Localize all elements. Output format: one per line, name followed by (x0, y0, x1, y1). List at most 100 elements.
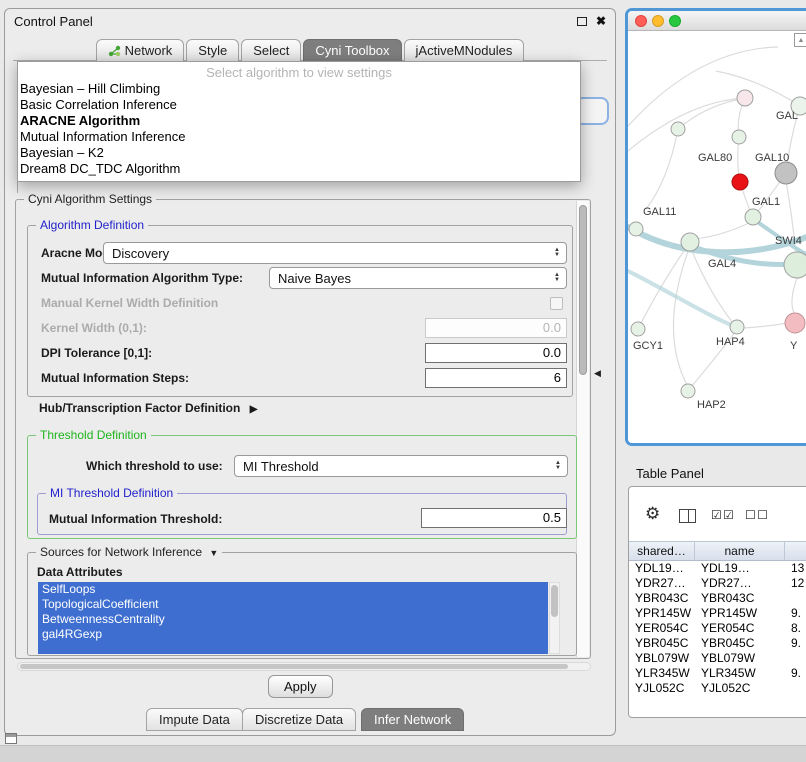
tab-network[interactable]: Network (96, 39, 185, 61)
expand-right-icon: ▶ (250, 404, 258, 415)
cell-shared: YLR345W (629, 666, 695, 681)
screen: Control Panel ✖ Network Style Se (0, 0, 806, 762)
select-columns-icon[interactable] (679, 509, 696, 523)
apply-button[interactable]: Apply (268, 675, 333, 698)
list-item-clipped[interactable] (38, 642, 548, 654)
sources-legend[interactable]: Sources for Network Inference ▼ (36, 545, 222, 561)
list-item[interactable]: SelfLoops (38, 582, 548, 597)
dropdown-option[interactable]: Bayesian – Hill Climbing (18, 81, 580, 97)
list-item[interactable]: TopologicalCoefficient (38, 597, 548, 612)
dropdown-option[interactable]: Bayesian – K2 (18, 145, 580, 161)
network-node (681, 384, 695, 398)
node-label: GAL80 (698, 152, 732, 164)
tab-discretize-data[interactable]: Discretize Data (242, 708, 356, 731)
mini-window-icon[interactable] (5, 733, 17, 744)
dpi-tolerance-field[interactable]: 0.0 (425, 343, 567, 363)
cell-shared: YJL052C (629, 681, 695, 696)
cell-extra (785, 591, 806, 606)
column-header-shared[interactable]: shared… (629, 542, 695, 560)
network-node (631, 322, 645, 336)
scrollbar-thumb[interactable] (579, 205, 587, 375)
table-row[interactable]: YDR27… YDR27… 12 (629, 576, 806, 591)
tab-select[interactable]: Select (241, 39, 301, 61)
cell-extra: 9. (785, 636, 806, 651)
settings-horizontal-scrollbar[interactable] (17, 662, 591, 671)
tab-style[interactable]: Style (186, 39, 239, 61)
zoom-button[interactable] (669, 15, 681, 27)
cell-name: YDR27… (695, 576, 785, 591)
network-view-window: GAL GAL80 GAL10 GAL11 GAL1 SWI4 GAL4 GCY… (625, 8, 806, 446)
table-row[interactable]: YPR145W YPR145W 9. (629, 606, 806, 621)
scrollbar-thumb[interactable] (20, 664, 568, 669)
table-row[interactable]: YLR345W YLR345W 9. (629, 666, 806, 681)
node-label: GAL10 (755, 152, 789, 164)
hide-columns-icon[interactable]: ☐ ☐ (745, 508, 767, 522)
table-row[interactable]: YBL079W YBL079W (629, 651, 806, 666)
node-label: SWI4 (775, 235, 802, 247)
manual-kernel-width-label: Manual Kernel Width Definition (41, 296, 218, 310)
gear-icon[interactable]: ⚙ (645, 505, 660, 522)
dropdown-option[interactable]: Basic Correlation Inference (18, 97, 580, 113)
network-graph[interactable]: GAL GAL80 GAL10 GAL11 GAL1 SWI4 GAL4 GCY… (628, 31, 806, 443)
table-row[interactable]: YJL052C YJL052C (629, 681, 806, 696)
tab-impute-data[interactable]: Impute Data (146, 708, 243, 731)
close-button[interactable] (635, 15, 647, 27)
data-attributes-list[interactable]: SelfLoops TopologicalCoefficient Between… (38, 582, 548, 654)
list-item[interactable]: gal4RGexp (38, 627, 548, 642)
show-columns-icon[interactable]: ☑ ☑ (711, 508, 733, 522)
close-icon[interactable]: ✖ (596, 15, 606, 27)
window-controls: ✖ (577, 15, 606, 27)
scroll-up-icon: ▲ (798, 37, 805, 44)
list-scrollbar[interactable] (549, 582, 560, 654)
dropdown-option[interactable]: Dream8 DC_TDC Algorithm (18, 161, 580, 177)
dpi-tolerance-label: DPI Tolerance [0,1]: (41, 346, 152, 360)
tab-cyni-toolbox[interactable]: Cyni Toolbox (303, 39, 401, 61)
table-row[interactable]: YER054C YER054C 8. (629, 621, 806, 636)
cell-shared: YPR145W (629, 606, 695, 621)
node-label: Y (790, 340, 798, 352)
network-node-labels: GAL GAL80 GAL10 GAL11 GAL1 SWI4 GAL4 GCY… (633, 110, 802, 411)
network-node-pink (785, 313, 805, 333)
network-node (671, 122, 685, 136)
scrollbar-thumb[interactable] (551, 585, 558, 617)
panel-collapse-arrow-icon[interactable]: ◀ (594, 369, 601, 378)
mi-algorithm-type-combo[interactable]: Naive Bayes ▲▼ (269, 267, 567, 289)
table-row[interactable]: YBR043C YBR043C (629, 591, 806, 606)
kernel-width-field[interactable]: 0.0 (425, 318, 567, 338)
table-row[interactable]: YDL19… YDL19… 13 (629, 561, 806, 576)
node-label: GAL1 (752, 196, 780, 208)
mi-threshold-field[interactable]: 0.5 (421, 508, 567, 528)
tab-label: Network (125, 43, 173, 58)
float-window-icon[interactable] (577, 17, 587, 26)
aracne-mode-combo[interactable]: Discovery ▲▼ (103, 242, 567, 264)
sources-legend-label: Sources for Network Inference (40, 545, 202, 559)
collapse-down-icon: ▼ (209, 548, 218, 558)
combo-arrows-icon: ▲▼ (554, 273, 560, 283)
cell-name: YBL079W (695, 651, 785, 666)
manual-kernel-width-checkbox[interactable] (550, 297, 563, 310)
network-node-red (732, 174, 748, 190)
bottom-panel (0, 745, 806, 762)
network-node (681, 233, 699, 251)
table-header: shared… name (629, 541, 806, 561)
cell-name: YBR043C (695, 591, 785, 606)
table-row[interactable]: YBR045C YBR045C 9. (629, 636, 806, 651)
network-canvas[interactable]: GAL GAL80 GAL10 GAL11 GAL1 SWI4 GAL4 GCY… (628, 31, 806, 443)
dropdown-option-selected[interactable]: ARACNE Algorithm (18, 113, 580, 129)
combo-value: Discovery (112, 246, 169, 261)
settings-vertical-scrollbar[interactable] (576, 201, 589, 657)
list-item[interactable]: BetweennessCentrality (38, 612, 548, 627)
column-header-clipped[interactable] (785, 542, 806, 560)
dropdown-option[interactable]: Mutual Information Inference (18, 129, 580, 145)
minimize-button[interactable] (652, 15, 664, 27)
mi-algorithm-type-label: Mutual Information Algorithm Type: (41, 271, 243, 285)
tab-jactivemnodules[interactable]: jActiveMNodules (404, 39, 525, 61)
hub-definition-expander[interactable]: Hub/Transcription Factor Definition ▶ (39, 401, 257, 415)
tab-infer-network[interactable]: Infer Network (361, 708, 464, 731)
mi-steps-field[interactable]: 6 (425, 368, 567, 388)
birdseye-toggle-button[interactable]: ▲ (794, 33, 806, 47)
column-header-name[interactable]: name (695, 542, 785, 560)
cell-extra (785, 651, 806, 666)
control-panel-tabbar: Network Style Select Cyni Toolbox jActiv… (5, 39, 615, 61)
which-threshold-combo[interactable]: MI Threshold ▲▼ (234, 455, 568, 477)
